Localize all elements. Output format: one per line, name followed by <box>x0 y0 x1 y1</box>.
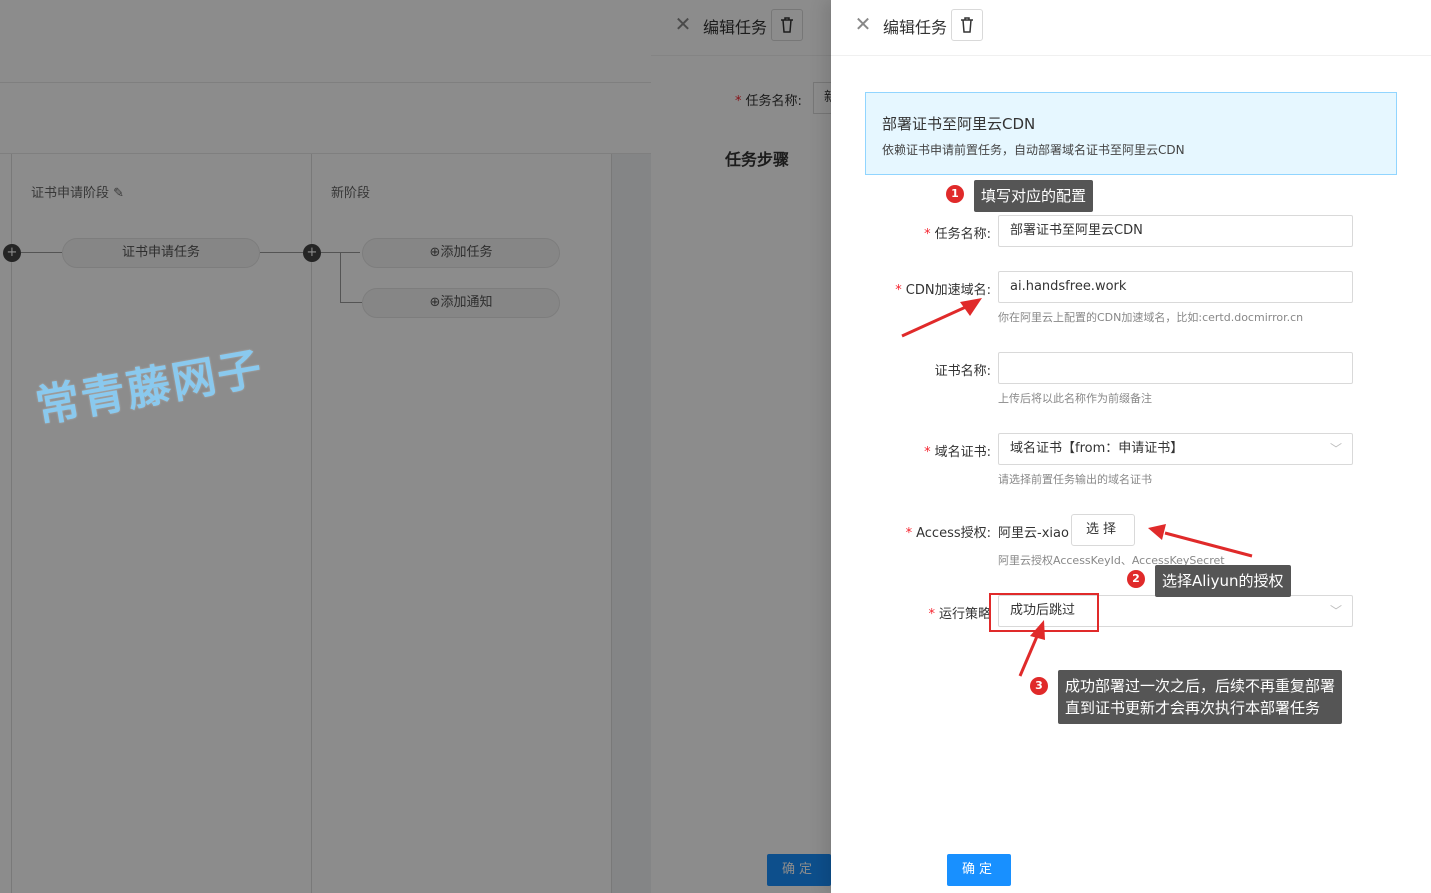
cdn-domain-label: * CDN加速域名: <box>895 283 991 298</box>
cert-name-input[interactable] <box>998 352 1353 384</box>
cdn-domain-hint: 你在阿里云上配置的CDN加速域名，比如:certd.docmirror.cn <box>998 311 1304 324</box>
annotation-2: 选择Aliyun的授权 <box>1155 565 1291 597</box>
select-access-button[interactable]: 选择 <box>1071 514 1135 546</box>
drawer-header: ✕ 编辑任务 <box>831 0 1431 56</box>
annotation-badge-2: 2 <box>1127 570 1145 588</box>
annotation-1: 填写对应的配置 <box>974 180 1094 212</box>
annotation-3-line1: 成功部署过一次之后，后续不再重复部署 <box>1065 677 1336 695</box>
annotation-3: 成功部署过一次之后，后续不再重复部署 直到证书更新才会再次执行本部署任务 <box>1058 670 1343 724</box>
annotation-badge-1: 1 <box>946 185 964 203</box>
close-icon[interactable]: ✕ <box>852 13 874 35</box>
cdn-domain-input[interactable]: ai.handsfree.work <box>998 271 1353 303</box>
strategy-highlight-box <box>989 593 1099 632</box>
annotation-badge-3: 3 <box>1030 677 1048 695</box>
plugin-title: 部署证书至阿里云CDN <box>882 115 1036 133</box>
task-name-label: * 任务名称: <box>924 227 991 242</box>
chevron-down-icon: ﹀ <box>1329 442 1342 456</box>
cert-name-label: 证书名称: <box>934 364 991 379</box>
chevron-down-icon: ﹀ <box>1329 604 1342 618</box>
plugin-info-card: 部署证书至阿里云CDN 依赖证书申请前置任务，自动部署域名证书至阿里云CDN <box>865 92 1397 175</box>
access-label: * Access授权: <box>905 526 991 541</box>
drawer-mask[interactable] <box>651 0 831 893</box>
cert-name-hint: 上传后将以此名称作为前缀备注 <box>998 392 1152 405</box>
ok-button[interactable]: 确定 <box>947 854 1011 886</box>
drawer-title: 编辑任务 <box>883 18 948 37</box>
domain-cert-hint: 请选择前置任务输出的域名证书 <box>998 473 1152 486</box>
annotation-3-line2: 直到证书更新才会再次执行本部署任务 <box>1065 699 1321 717</box>
edit-task-drawer: ✕ 编辑任务 部署证书至阿里云CDN 依赖证书申请前置任务，自动部署域名证书至阿… <box>831 0 1431 893</box>
task-name-input[interactable]: 部署证书至阿里云CDN <box>998 215 1353 247</box>
domain-cert-label: * 域名证书: <box>924 445 991 460</box>
delete-button[interactable] <box>951 9 983 41</box>
strategy-label: * 运行策略 <box>928 607 991 622</box>
domain-cert-select[interactable]: 域名证书【from：申请证书】 ﹀ <box>998 433 1353 465</box>
trash-icon <box>961 17 973 33</box>
access-value: 阿里云-xiao <box>998 526 1069 541</box>
plugin-desc: 依赖证书申请前置任务，自动部署域名证书至阿里云CDN <box>882 143 1185 157</box>
